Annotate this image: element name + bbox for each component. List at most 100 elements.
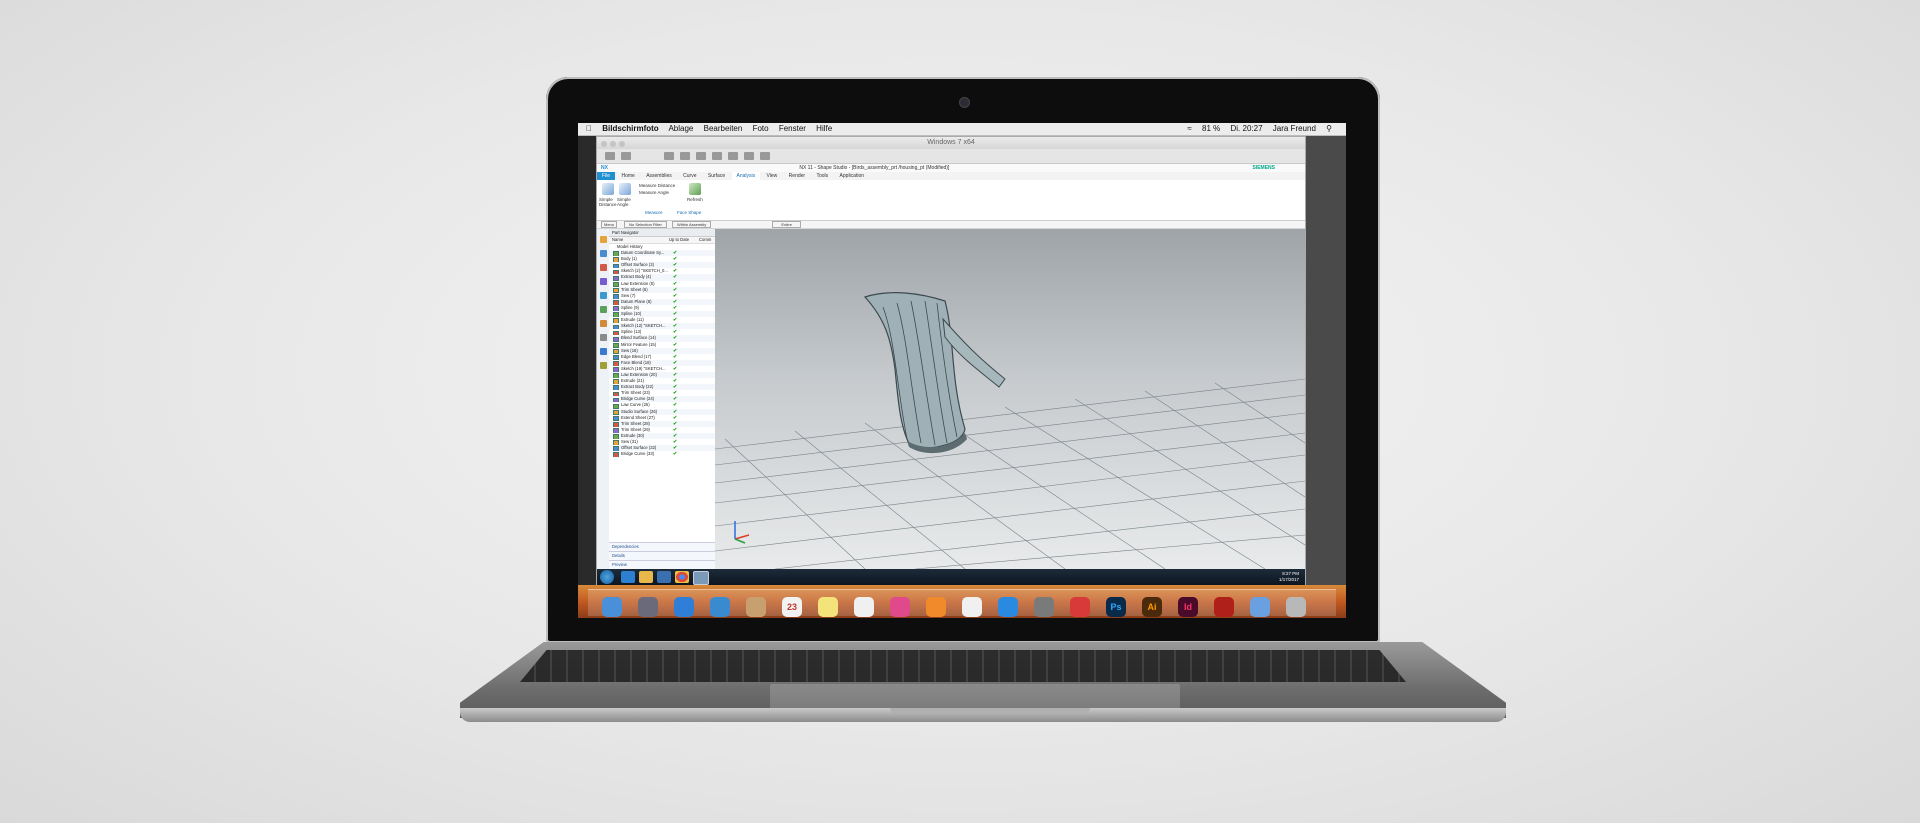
tree-row-label: Law Extension (20) bbox=[621, 371, 657, 377]
laptop-screen:  Bildschirmfoto Ablage Bearbeiten Foto … bbox=[578, 123, 1346, 618]
snap-select[interactable]: Entire bbox=[772, 221, 801, 228]
tab-tools[interactable]: Tools bbox=[811, 172, 833, 180]
notes-icon[interactable] bbox=[818, 597, 838, 617]
menubar-app-name[interactable]: Bildschirmfoto bbox=[602, 124, 658, 133]
roles-icon[interactable] bbox=[599, 320, 607, 327]
finder-icon[interactable] bbox=[602, 597, 622, 617]
explorer-icon[interactable] bbox=[639, 571, 653, 583]
assembly-navigator-icon[interactable] bbox=[599, 250, 607, 257]
part-navigator-icon[interactable] bbox=[599, 236, 607, 243]
selection-filter-select[interactable]: No Selection Filter bbox=[624, 221, 667, 228]
ie-icon[interactable] bbox=[621, 571, 635, 583]
chrome-icon[interactable] bbox=[675, 571, 689, 583]
tab-assemblies[interactable]: Assemblies bbox=[641, 172, 677, 180]
itunes-icon[interactable] bbox=[890, 597, 910, 617]
tab-file[interactable]: File bbox=[597, 172, 616, 180]
group-measure-label: Measure bbox=[645, 210, 663, 215]
menu-bearbeiten[interactable]: Bearbeiten bbox=[704, 124, 743, 133]
tree-row[interactable]: Bridge Curve (33) ✔ bbox=[609, 451, 715, 458]
tab-home[interactable]: Home bbox=[616, 172, 639, 180]
simple-angle-icon[interactable] bbox=[619, 183, 631, 195]
system-materials-icon[interactable] bbox=[599, 334, 607, 341]
nx-taskbar-icon[interactable] bbox=[693, 571, 709, 585]
background-window bbox=[1304, 136, 1346, 585]
column-name[interactable]: Name bbox=[612, 237, 623, 242]
simple-distance-icon[interactable] bbox=[602, 183, 614, 195]
tab-application[interactable]: Application bbox=[835, 172, 869, 180]
manufacturing-wizard-icon[interactable] bbox=[599, 362, 607, 369]
acrobat-icon[interactable] bbox=[1214, 597, 1234, 617]
panel-details[interactable]: Details bbox=[609, 551, 715, 560]
menubar-user[interactable]: Jara Freund bbox=[1273, 124, 1316, 133]
reuse-library-icon[interactable] bbox=[599, 278, 607, 285]
selection-scope-select[interactable]: Within Assembly bbox=[671, 221, 712, 228]
toolbar-button[interactable] bbox=[728, 152, 738, 160]
toolbar-button[interactable] bbox=[621, 152, 631, 160]
tab-analysis[interactable]: Analysis bbox=[731, 172, 761, 180]
zoom-dot-icon[interactable] bbox=[619, 141, 625, 147]
tab-render[interactable]: Render bbox=[784, 172, 810, 180]
launchpad-icon[interactable] bbox=[638, 597, 658, 617]
menu-foto[interactable]: Foto bbox=[753, 124, 769, 133]
panel-dependencies[interactable]: Dependencies bbox=[609, 542, 715, 551]
photoshop-icon[interactable]: Ps bbox=[1106, 597, 1126, 617]
trash-icon[interactable] bbox=[1286, 597, 1306, 617]
indesign-icon[interactable]: Id bbox=[1178, 597, 1198, 617]
column-comment[interactable]: Comm bbox=[699, 237, 711, 243]
menu-ablage[interactable]: Ablage bbox=[668, 124, 693, 133]
measure-angle-button[interactable]: Measure Angle bbox=[639, 190, 669, 195]
column-uptodate[interactable]: Up to Date bbox=[669, 237, 689, 243]
toolbar-button[interactable] bbox=[605, 152, 615, 160]
preview-icon[interactable] bbox=[1250, 597, 1270, 617]
appstore-icon[interactable] bbox=[998, 597, 1018, 617]
model-view bbox=[715, 292, 1305, 569]
toolbar-button[interactable] bbox=[760, 152, 770, 160]
menu-hilfe[interactable]: Hilfe bbox=[816, 124, 832, 133]
toolbar-button[interactable] bbox=[680, 152, 690, 160]
menu-button[interactable]: Menu bbox=[601, 221, 618, 228]
measure-distance-button[interactable]: Measure Distance bbox=[639, 183, 675, 188]
pitcher-model[interactable] bbox=[863, 292, 1006, 454]
web-browser-icon[interactable] bbox=[599, 292, 607, 299]
keynote-icon[interactable] bbox=[962, 597, 982, 617]
panel-preview[interactable]: Preview bbox=[609, 560, 715, 569]
history-icon[interactable] bbox=[599, 306, 607, 313]
mail-icon[interactable] bbox=[710, 597, 730, 617]
ibooks-icon[interactable] bbox=[926, 597, 946, 617]
vm-window: Windows 7 x64 NX NX 11 - Shape Studio - … bbox=[596, 136, 1306, 593]
refresh-icon[interactable] bbox=[689, 183, 701, 195]
toolbar-button[interactable] bbox=[712, 152, 722, 160]
toolbar-button[interactable] bbox=[696, 152, 706, 160]
safari-icon[interactable] bbox=[674, 597, 694, 617]
tab-view[interactable]: View bbox=[762, 172, 783, 180]
illustrator-icon[interactable]: Ai bbox=[1142, 597, 1162, 617]
battery-percent[interactable]: 81 % bbox=[1202, 124, 1220, 133]
menubar-clock[interactable]: Di. 20:27 bbox=[1231, 124, 1263, 133]
refresh-label: Refresh bbox=[687, 197, 703, 202]
process-studio-icon[interactable] bbox=[599, 348, 607, 355]
toolbar-button[interactable] bbox=[664, 152, 674, 160]
start-button-icon[interactable] bbox=[600, 570, 614, 584]
navigator-panels: Dependencies Details Preview bbox=[609, 542, 715, 569]
menu-fenster[interactable]: Fenster bbox=[779, 124, 806, 133]
tab-curve[interactable]: Curve bbox=[678, 172, 701, 180]
tab-surface[interactable]: Surface bbox=[703, 172, 730, 180]
calendar-icon[interactable]: 23 bbox=[782, 597, 802, 617]
parallels-icon[interactable] bbox=[1070, 597, 1090, 617]
toolbar-button[interactable] bbox=[744, 152, 754, 160]
photos-icon[interactable] bbox=[854, 597, 874, 617]
wifi-icon[interactable]: ≈ bbox=[1187, 124, 1191, 133]
taskbar-clock[interactable]: 8:27 PM 1/17/2017 bbox=[1279, 571, 1299, 583]
media-player-icon[interactable] bbox=[657, 571, 671, 583]
lid-notch bbox=[890, 708, 1090, 714]
tree-row-label: Extract Body (4) bbox=[621, 274, 652, 280]
minimize-dot-icon[interactable] bbox=[610, 141, 616, 147]
tree-row-label: Sew (16) bbox=[621, 347, 638, 353]
settings-icon[interactable] bbox=[1034, 597, 1054, 617]
graphics-viewport[interactable] bbox=[715, 229, 1305, 569]
close-dot-icon[interactable] bbox=[601, 141, 607, 147]
constraint-navigator-icon[interactable] bbox=[599, 264, 607, 271]
apple-icon[interactable]:  bbox=[586, 124, 592, 133]
spotlight-icon[interactable]: ⚲ bbox=[1326, 124, 1332, 133]
contacts-icon[interactable] bbox=[746, 597, 766, 617]
